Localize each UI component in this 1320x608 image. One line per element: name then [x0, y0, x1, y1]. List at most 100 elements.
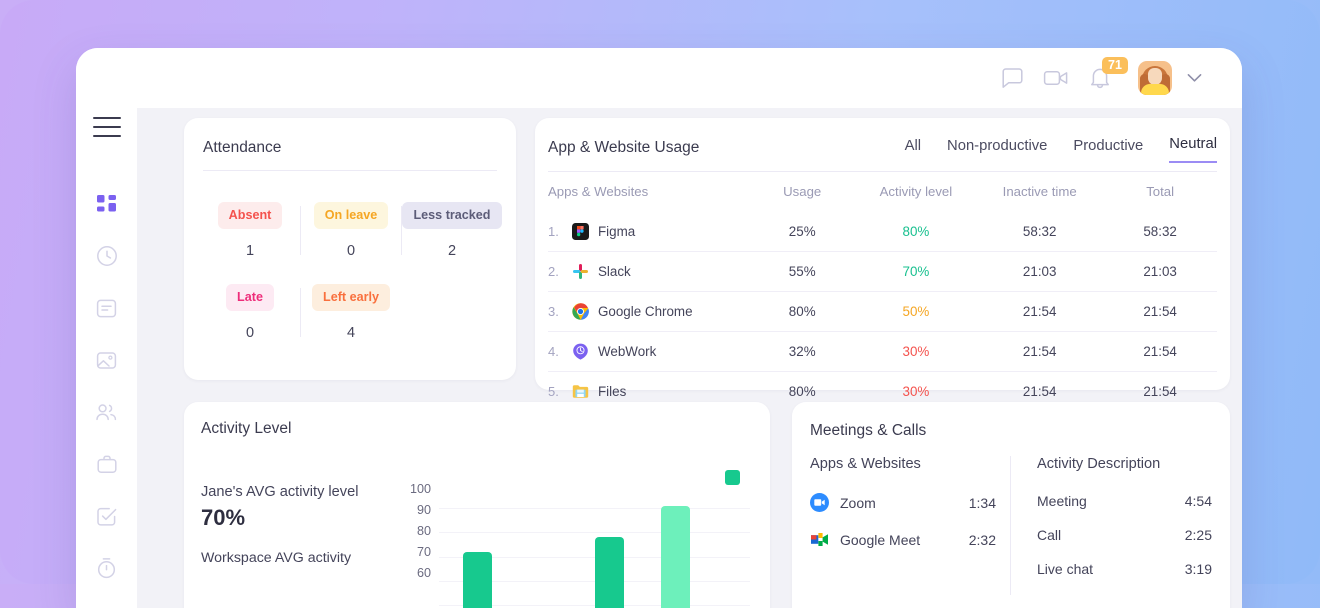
- attendance-stat-on-leave: On leave 0: [301, 202, 401, 259]
- total-value: 21:03: [1103, 252, 1217, 292]
- users-icon: [95, 402, 118, 423]
- sidebar-item-reports[interactable]: [76, 282, 137, 334]
- usage-tab-non-productive[interactable]: Non-productive: [947, 138, 1047, 163]
- chart-bar: [595, 537, 624, 608]
- usage-app-cell: 3.Google Chrome: [548, 292, 749, 332]
- activity-level-value: 50%: [856, 292, 976, 332]
- count-absent: 1: [246, 243, 254, 259]
- meetings-descriptions-header: Activity Description: [1037, 456, 1212, 472]
- total-value: 21:54: [1103, 332, 1217, 372]
- chart-bar: [463, 552, 492, 608]
- inactive-time-value: 21:54: [976, 292, 1103, 332]
- activity-description-name: Live chat: [1037, 561, 1185, 577]
- notification-badge: 71: [1102, 57, 1128, 74]
- sidebar-item-projects[interactable]: [76, 438, 137, 490]
- chrome-icon: [572, 303, 589, 320]
- activity-description-time: 3:19: [1185, 561, 1212, 577]
- inactive-time-value: 58:32: [976, 212, 1103, 252]
- avatar[interactable]: [1138, 61, 1172, 95]
- usage-tab-all[interactable]: All: [905, 138, 921, 163]
- meetings-descriptions-column: Activity Description Meeting4:54 Call2:25…: [1011, 456, 1212, 595]
- meeting-app-time: 1:34: [969, 495, 996, 511]
- usage-table-header: Apps & WebsitesUsageActivity levelInacti…: [548, 175, 1217, 212]
- usage-tab-neutral[interactable]: Neutral: [1169, 136, 1217, 163]
- chat-icon[interactable]: [990, 56, 1034, 100]
- chart-y-tick: 90: [399, 500, 431, 521]
- app-window: 71 Attendance Absent 1 On leave 0: [76, 48, 1242, 608]
- sidebar-nav: [76, 178, 137, 608]
- usage-tab-productive[interactable]: Productive: [1073, 138, 1143, 163]
- list-item[interactable]: Meeting4:54: [1037, 493, 1212, 509]
- document-icon: [96, 298, 117, 319]
- meetings-apps-header: Apps & Websites: [810, 456, 996, 472]
- attendance-row-1: Absent 1 On leave 0 Less tracked 2: [200, 202, 502, 259]
- chart-plot-area: [439, 479, 750, 608]
- meetings-descriptions-list: Meeting4:54 Call2:25 Live chat3:19: [1037, 493, 1212, 577]
- activity-title: Activity Level: [201, 420, 291, 438]
- activity-level-value: 80%: [856, 212, 976, 252]
- attendance-stat-late: Late 0: [200, 284, 300, 341]
- count-on-leave: 0: [347, 243, 355, 259]
- hamburger-menu-icon[interactable]: [93, 117, 121, 137]
- activity-level-value: 70%: [856, 252, 976, 292]
- count-less-tracked: 2: [448, 243, 456, 259]
- activity-level-value: 30%: [856, 332, 976, 372]
- activity-description-time: 2:25: [1185, 527, 1212, 543]
- chip-late: Late: [226, 284, 274, 311]
- meetings-columns: Apps & Websites Zoom1:34Google Meet2:32 …: [810, 456, 1212, 595]
- usage-column-header: Usage: [749, 175, 856, 212]
- count-left-early: 4: [347, 325, 355, 341]
- row-rank: 5.: [548, 384, 563, 399]
- usage-app-cell: 1.Figma: [548, 212, 749, 252]
- files-icon: [572, 383, 589, 400]
- meeting-app-time: 2:32: [969, 532, 996, 548]
- usage-app-cell: 2.Slack: [548, 252, 749, 292]
- chart-y-tick: 60: [399, 563, 431, 584]
- sidebar-item-time-tracking[interactable]: [76, 230, 137, 282]
- image-icon: [96, 350, 117, 371]
- table-row[interactable]: 2.Slack55%70%21:0321:03: [548, 252, 1217, 292]
- sidebar-item-settings[interactable]: [76, 594, 137, 608]
- usage-tabs: All Non-productive Productive Neutral: [905, 136, 1217, 163]
- sidebar-item-dashboard[interactable]: [76, 178, 137, 230]
- chart-y-tick: 100: [399, 479, 431, 500]
- video-camera-icon[interactable]: [1034, 56, 1078, 100]
- list-item[interactable]: Google Meet2:32: [810, 530, 996, 549]
- row-rank: 4.: [548, 344, 563, 359]
- activity-summary: Jane's AVG activity level 70%: [201, 484, 401, 531]
- attendance-card: Attendance Absent 1 On leave 0 Less trac…: [184, 118, 516, 380]
- divider: [203, 170, 497, 171]
- list-item[interactable]: Call2:25: [1037, 527, 1212, 543]
- usage-column-header: Inactive time: [976, 175, 1103, 212]
- usage-column-header: Activity level: [856, 175, 976, 212]
- activity-level-card: Activity Level Jane's AVG activity level…: [184, 402, 770, 608]
- sidebar-item-team[interactable]: [76, 386, 137, 438]
- usage-app-cell: 4.WebWork: [548, 332, 749, 372]
- activity-user-label: Jane's AVG activity level: [201, 484, 401, 500]
- usage-column-header: Apps & Websites: [548, 175, 749, 212]
- table-row[interactable]: 3.Google Chrome80%50%21:5421:54: [548, 292, 1217, 332]
- usage-title: App & Website Usage: [548, 139, 699, 157]
- chart-y-axis: 10090807060: [399, 479, 431, 584]
- sidebar-item-tasks[interactable]: [76, 490, 137, 542]
- row-rank: 2.: [548, 264, 563, 279]
- bell-icon[interactable]: 71: [1078, 56, 1122, 100]
- list-item[interactable]: Live chat3:19: [1037, 561, 1212, 577]
- list-item[interactable]: Zoom1:34: [810, 493, 996, 512]
- table-row[interactable]: 1.Figma25%80%58:3258:32: [548, 212, 1217, 252]
- sidebar-item-screenshots[interactable]: [76, 334, 137, 386]
- app-name: Google Chrome: [598, 304, 693, 319]
- table-row[interactable]: 4.WebWork32%30%21:5421:54: [548, 332, 1217, 372]
- usage-table-body: 1.Figma25%80%58:3258:322.Slack55%70%21:0…: [548, 212, 1217, 411]
- sidebar-item-timer[interactable]: [76, 542, 137, 594]
- chart-y-tick: 70: [399, 542, 431, 563]
- activity-description-name: Call: [1037, 527, 1185, 543]
- sidebar: [76, 48, 137, 608]
- meetings-calls-card: Meetings & Calls Apps & Websites Zoom1:3…: [792, 402, 1230, 608]
- total-value: 58:32: [1103, 212, 1217, 252]
- meetings-apps-column: Apps & Websites Zoom1:34 Google Meet2:32: [810, 456, 1010, 595]
- app-website-usage-card: App & Website Usage All Non-productive Pro…: [535, 118, 1230, 390]
- chevron-down-icon[interactable]: [1180, 58, 1208, 98]
- webwork-icon: [572, 343, 589, 360]
- grid-icon: [96, 194, 117, 215]
